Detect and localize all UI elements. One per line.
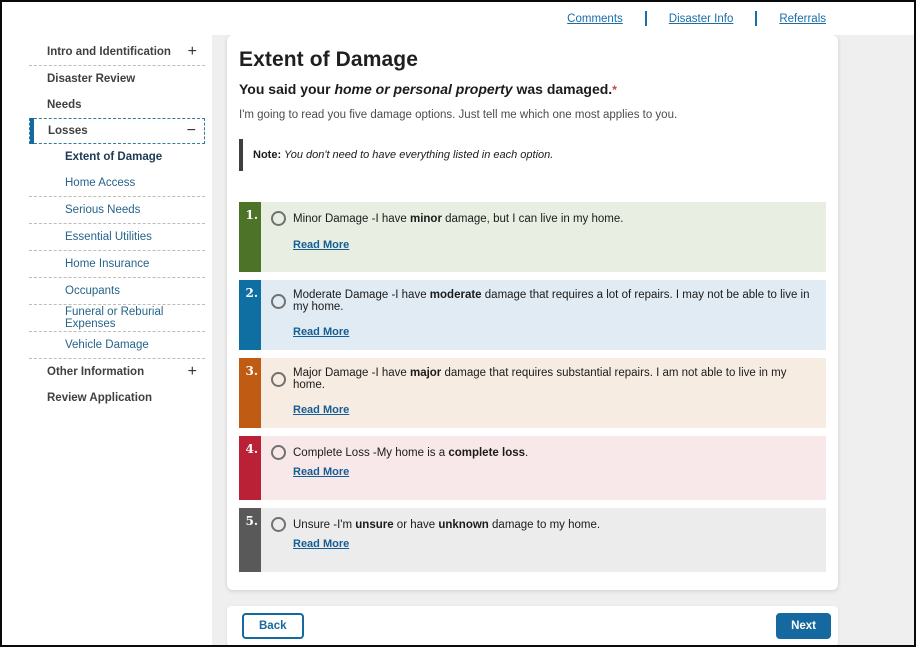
wizard-footer: Back Next bbox=[227, 606, 838, 645]
read-more-link[interactable]: Read More bbox=[293, 466, 349, 478]
option-number-tab: 4. bbox=[239, 436, 261, 500]
option-body: Major Damage -I have major damage that r… bbox=[261, 358, 826, 428]
next-button[interactable]: Next bbox=[776, 613, 831, 639]
nav-divider bbox=[755, 11, 757, 26]
sidebar-item-needs[interactable]: Needs bbox=[29, 92, 205, 118]
sidebar-subitem-essential-utilities[interactable]: Essential Utilities bbox=[29, 224, 205, 250]
option-body: Complete Loss -My home is a complete los… bbox=[261, 436, 826, 500]
sidebar-subitem-extent-of-damage[interactable]: Extent of Damage bbox=[29, 144, 205, 170]
sidebar-subitem-label: Essential Utilities bbox=[65, 231, 152, 243]
complete-loss-radio[interactable] bbox=[271, 445, 286, 460]
note-box: Note: You don't need to have everything … bbox=[239, 139, 826, 171]
sidebar-item-other-information[interactable]: Other Information + bbox=[29, 359, 205, 385]
option-number-tab: 3. bbox=[239, 358, 261, 428]
nav-divider bbox=[645, 11, 647, 26]
option-row-minor-damage: 1. Minor Damage -I have minor damage, bu… bbox=[239, 202, 826, 272]
option-row-unsure: 5. Unsure -I'm unsure or have unknown da… bbox=[239, 508, 826, 572]
read-more-link[interactable]: Read More bbox=[293, 239, 349, 251]
question-text-post: was damaged. bbox=[513, 81, 613, 97]
option-label[interactable]: Minor Damage -I have minor damage, but I… bbox=[293, 213, 623, 225]
damage-options-list: 1. Minor Damage -I have minor damage, bu… bbox=[239, 202, 826, 572]
nav-link-comments[interactable]: Comments bbox=[567, 13, 623, 25]
sidebar-item-intro-and-identification[interactable]: Intro and Identification + bbox=[29, 39, 205, 65]
page-title: Extent of Damage bbox=[239, 48, 826, 72]
note-text: You don't need to have everything listed… bbox=[281, 149, 553, 161]
option-label[interactable]: Complete Loss -My home is a complete los… bbox=[293, 447, 528, 459]
sidebar-nav: Intro and Identification + Disaster Revi… bbox=[2, 35, 212, 645]
sidebar-subitem-label: Funeral or Reburial Expenses bbox=[65, 306, 205, 330]
sidebar-item-label: Review Application bbox=[47, 392, 152, 404]
moderate-damage-radio[interactable] bbox=[271, 294, 286, 309]
major-damage-radio[interactable] bbox=[271, 372, 286, 387]
sidebar-item-label: Losses bbox=[48, 125, 88, 137]
read-more-link[interactable]: Read More bbox=[293, 404, 349, 416]
option-label[interactable]: Unsure -I'm unsure or have unknown damag… bbox=[293, 519, 600, 531]
instruction-text: I'm going to read you five damage option… bbox=[239, 109, 826, 121]
sidebar-subitem-label: Occupants bbox=[65, 285, 120, 297]
sidebar-subitem-occupants[interactable]: Occupants bbox=[29, 278, 205, 304]
question-text-italic: home or personal property bbox=[334, 81, 512, 97]
question-text: You said your home or personal property … bbox=[239, 81, 826, 97]
sidebar-subitem-home-insurance[interactable]: Home Insurance bbox=[29, 251, 205, 277]
option-body: Unsure -I'm unsure or have unknown damag… bbox=[261, 508, 826, 572]
read-more-link[interactable]: Read More bbox=[293, 538, 349, 550]
sidebar-item-label: Disaster Review bbox=[47, 73, 135, 85]
option-row-major-damage: 3. Major Damage -I have major damage tha… bbox=[239, 358, 826, 428]
sidebar-item-review-application[interactable]: Review Application bbox=[29, 385, 205, 411]
top-nav: Comments Disaster Info Referrals bbox=[2, 2, 914, 35]
sidebar-item-label: Other Information bbox=[47, 366, 144, 378]
sidebar-subitem-label: Extent of Damage bbox=[65, 151, 162, 163]
nav-link-referrals[interactable]: Referrals bbox=[779, 13, 826, 25]
option-number-tab: 1. bbox=[239, 202, 261, 272]
sidebar-item-disaster-review[interactable]: Disaster Review bbox=[29, 66, 205, 92]
read-more-link[interactable]: Read More bbox=[293, 326, 349, 338]
option-label[interactable]: Major Damage -I have major damage that r… bbox=[293, 367, 816, 391]
option-label[interactable]: Moderate Damage -I have moderate damage … bbox=[293, 289, 816, 313]
option-row-moderate-damage: 2. Moderate Damage -I have moderate dama… bbox=[239, 280, 826, 350]
sidebar-subitem-label: Home Access bbox=[65, 177, 135, 189]
option-body: Minor Damage -I have minor damage, but I… bbox=[261, 202, 826, 272]
question-text-pre: You said your bbox=[239, 81, 334, 97]
main-area: Extent of Damage You said your home or p… bbox=[212, 35, 914, 645]
sidebar-item-label: Needs bbox=[47, 99, 82, 111]
content-row: Intro and Identification + Disaster Revi… bbox=[2, 35, 914, 645]
unsure-radio[interactable] bbox=[271, 517, 286, 532]
sidebar-subitem-funeral-or-reburial-expenses[interactable]: Funeral or Reburial Expenses bbox=[29, 305, 205, 331]
minor-damage-radio[interactable] bbox=[271, 211, 286, 226]
application-window: Comments Disaster Info Referrals Intro a… bbox=[0, 0, 916, 647]
sidebar-subitem-label: Vehicle Damage bbox=[65, 339, 149, 351]
note-label: Note: bbox=[253, 149, 281, 161]
extent-of-damage-panel: Extent of Damage You said your home or p… bbox=[227, 35, 838, 590]
sidebar-item-label: Intro and Identification bbox=[47, 46, 171, 58]
sidebar-subitem-label: Home Insurance bbox=[65, 258, 149, 270]
required-marker: * bbox=[612, 83, 617, 97]
expand-icon[interactable]: + bbox=[188, 364, 197, 380]
option-row-complete-loss: 4. Complete Loss -My home is a complete … bbox=[239, 436, 826, 500]
sidebar-subitem-vehicle-damage[interactable]: Vehicle Damage bbox=[29, 332, 205, 358]
option-number-tab: 2. bbox=[239, 280, 261, 350]
collapse-icon[interactable]: − bbox=[187, 123, 196, 139]
nav-link-disaster-info[interactable]: Disaster Info bbox=[669, 13, 734, 25]
expand-icon[interactable]: + bbox=[188, 44, 197, 60]
option-number-tab: 5. bbox=[239, 508, 261, 572]
sidebar-subitem-serious-needs[interactable]: Serious Needs bbox=[29, 197, 205, 223]
sidebar-item-losses[interactable]: Losses − bbox=[29, 118, 205, 144]
sidebar-subitem-home-access[interactable]: Home Access bbox=[29, 170, 205, 196]
sidebar-subitem-label: Serious Needs bbox=[65, 204, 140, 216]
option-body: Moderate Damage -I have moderate damage … bbox=[261, 280, 826, 350]
back-button[interactable]: Back bbox=[242, 613, 304, 639]
